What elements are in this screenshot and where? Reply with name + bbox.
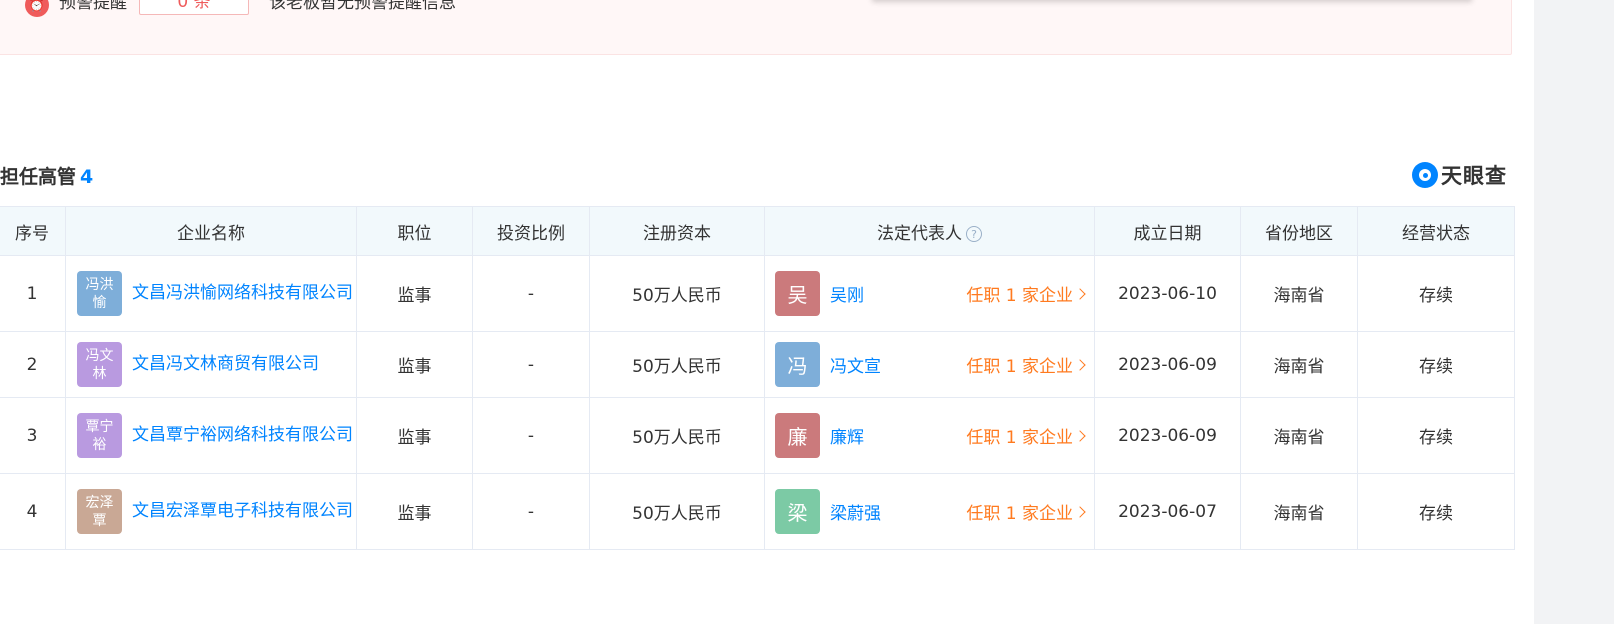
col-header-company: 企业名称 bbox=[65, 206, 357, 256]
scrollbar-track[interactable] bbox=[1534, 0, 1614, 624]
rep-companies-link[interactable]: 任职 1 家企业 bbox=[966, 352, 1086, 377]
cell-legal-rep: 梁 梁蔚强 任职 1 家企业 bbox=[764, 473, 1095, 550]
cell-status: 存续 bbox=[1357, 255, 1515, 332]
cell-region: 海南省 bbox=[1240, 473, 1358, 550]
cell-index: 1 bbox=[0, 255, 66, 332]
rep-companies-label: 任职 1 家企业 bbox=[966, 357, 1073, 377]
rep-name-link[interactable]: 吴刚 bbox=[830, 281, 864, 306]
cell-capital: 50万人民币 bbox=[589, 473, 765, 550]
rep-avatar: 廉 bbox=[775, 413, 820, 458]
rep-companies-link[interactable]: 任职 1 家企业 bbox=[966, 281, 1086, 306]
col-header-status: 经营状态 bbox=[1357, 206, 1515, 256]
cell-status: 存续 bbox=[1357, 473, 1515, 550]
rep-avatar: 冯 bbox=[775, 342, 820, 387]
cell-date: 2023-06-10 bbox=[1094, 255, 1241, 332]
rep-name-link[interactable]: 梁蔚强 bbox=[830, 499, 881, 524]
cell-position: 监事 bbox=[356, 397, 473, 474]
cell-ratio: - bbox=[472, 473, 590, 550]
rep-companies-link[interactable]: 任职 1 家企业 bbox=[966, 423, 1086, 448]
cell-capital: 50万人民币 bbox=[589, 397, 765, 474]
cell-index: 3 bbox=[0, 397, 66, 474]
brand-name: 天眼查 bbox=[1441, 164, 1507, 188]
cell-region: 海南省 bbox=[1240, 331, 1358, 398]
cell-status: 存续 bbox=[1357, 397, 1515, 474]
cell-capital: 50万人民币 bbox=[589, 255, 765, 332]
chevron-right-icon bbox=[1074, 505, 1086, 518]
cell-position: 监事 bbox=[356, 255, 473, 332]
cell-company: 冯文林 文昌冯文林商贸有限公司 bbox=[65, 331, 357, 398]
cell-legal-rep: 吴 吴刚 任职 1 家企业 bbox=[764, 255, 1095, 332]
warning-box: ⏰ 预警提醒 0 条 该老板暂无预警提醒信息 bbox=[0, 0, 1512, 55]
cell-position: 监事 bbox=[356, 331, 473, 398]
cell-capital: 50万人民币 bbox=[589, 331, 765, 398]
cell-legal-rep: 冯 冯文宣 任职 1 家企业 bbox=[764, 331, 1095, 398]
company-link[interactable]: 文昌冯洪愉网络科技有限公司 bbox=[132, 280, 353, 307]
cell-region: 海南省 bbox=[1240, 255, 1358, 332]
company-link[interactable]: 文昌冯文林商贸有限公司 bbox=[132, 351, 319, 378]
rep-companies-label: 任职 1 家企业 bbox=[966, 428, 1073, 448]
table-row: 1 冯洪愉 文昌冯洪愉网络科技有限公司 监事 - 50万人民币 吴 吴刚 任职 … bbox=[0, 255, 1515, 332]
col-header-region: 省份地区 bbox=[1240, 206, 1358, 256]
section-count: 4 bbox=[80, 166, 94, 188]
help-icon[interactable]: ? bbox=[966, 226, 982, 242]
cell-region: 海南省 bbox=[1240, 397, 1358, 474]
legal-rep-header-label: 法定代表人 bbox=[877, 223, 962, 244]
cell-company: 冯洪愉 文昌冯洪愉网络科技有限公司 bbox=[65, 255, 357, 332]
warning-message: 该老板暂无预警提醒信息 bbox=[269, 0, 456, 13]
cell-status: 存续 bbox=[1357, 331, 1515, 398]
cell-ratio: - bbox=[472, 397, 590, 474]
cell-index: 4 bbox=[0, 473, 66, 550]
rep-avatar: 梁 bbox=[775, 489, 820, 534]
col-header-date: 成立日期 bbox=[1094, 206, 1241, 256]
table-row: 4 宏泽覃 文昌宏泽覃电子科技有限公司 监事 - 50万人民币 梁 梁蔚强 任职… bbox=[0, 473, 1515, 550]
rep-companies-link[interactable]: 任职 1 家企业 bbox=[966, 499, 1086, 524]
company-avatar: 宏泽覃 bbox=[77, 489, 122, 534]
company-link[interactable]: 文昌宏泽覃电子科技有限公司 bbox=[132, 498, 353, 525]
company-avatar: 覃宁裕 bbox=[77, 413, 122, 458]
rep-companies-label: 任职 1 家企业 bbox=[966, 504, 1073, 524]
company-link[interactable]: 文昌覃宁裕网络科技有限公司 bbox=[132, 422, 353, 449]
table-row: 2 冯文林 文昌冯文林商贸有限公司 监事 - 50万人民币 冯 冯文宣 任职 1… bbox=[0, 331, 1515, 398]
eye-logo-icon bbox=[1412, 162, 1438, 188]
alarm-icon: ⏰ bbox=[25, 0, 49, 17]
warning-label: 预警提醒 bbox=[59, 0, 127, 13]
cell-ratio: - bbox=[472, 331, 590, 398]
company-avatar: 冯文林 bbox=[77, 342, 122, 387]
cell-company: 覃宁裕 文昌覃宁裕网络科技有限公司 bbox=[65, 397, 357, 474]
section-title: 担任高管 4 bbox=[0, 164, 93, 190]
col-header-ratio: 投资比例 bbox=[472, 206, 590, 256]
col-header-position: 职位 bbox=[356, 206, 473, 256]
cell-date: 2023-06-09 bbox=[1094, 397, 1241, 474]
cell-company: 宏泽覃 文昌宏泽覃电子科技有限公司 bbox=[65, 473, 357, 550]
executive-table: 序号 企业名称 职位 投资比例 注册资本 法定代表人? 成立日期 省份地区 经营… bbox=[0, 206, 1515, 550]
table-row: 3 覃宁裕 文昌覃宁裕网络科技有限公司 监事 - 50万人民币 廉 廉辉 任职 … bbox=[0, 397, 1515, 474]
chevron-right-icon bbox=[1074, 358, 1086, 371]
company-avatar: 冯洪愉 bbox=[77, 271, 122, 316]
cell-index: 2 bbox=[0, 331, 66, 398]
cell-position: 监事 bbox=[356, 473, 473, 550]
chevron-right-icon bbox=[1074, 429, 1086, 442]
rep-avatar: 吴 bbox=[775, 271, 820, 316]
col-header-index: 序号 bbox=[0, 206, 66, 256]
table-header-row: 序号 企业名称 职位 投资比例 注册资本 法定代表人? 成立日期 省份地区 经营… bbox=[0, 206, 1515, 256]
cell-date: 2023-06-07 bbox=[1094, 473, 1241, 550]
rep-name-link[interactable]: 廉辉 bbox=[830, 423, 864, 448]
section-title-text: 担任高管 bbox=[0, 166, 77, 188]
chevron-right-icon bbox=[1074, 287, 1086, 300]
rep-name-link[interactable]: 冯文宣 bbox=[830, 352, 881, 377]
cell-legal-rep: 廉 廉辉 任职 1 家企业 bbox=[764, 397, 1095, 474]
rep-companies-label: 任职 1 家企业 bbox=[966, 286, 1073, 306]
col-header-legal-rep: 法定代表人? bbox=[764, 206, 1095, 256]
col-header-capital: 注册资本 bbox=[589, 206, 765, 256]
page: ⏰ 预警提醒 0 条 该老板暂无预警提醒信息 担任高管 4 天眼查 序号 企业名称… bbox=[0, 0, 1614, 624]
cell-date: 2023-06-09 bbox=[1094, 331, 1241, 398]
warning-count-badge[interactable]: 0 条 bbox=[139, 0, 249, 15]
brand-logo: 天眼查 bbox=[1412, 160, 1507, 190]
cell-ratio: - bbox=[472, 255, 590, 332]
